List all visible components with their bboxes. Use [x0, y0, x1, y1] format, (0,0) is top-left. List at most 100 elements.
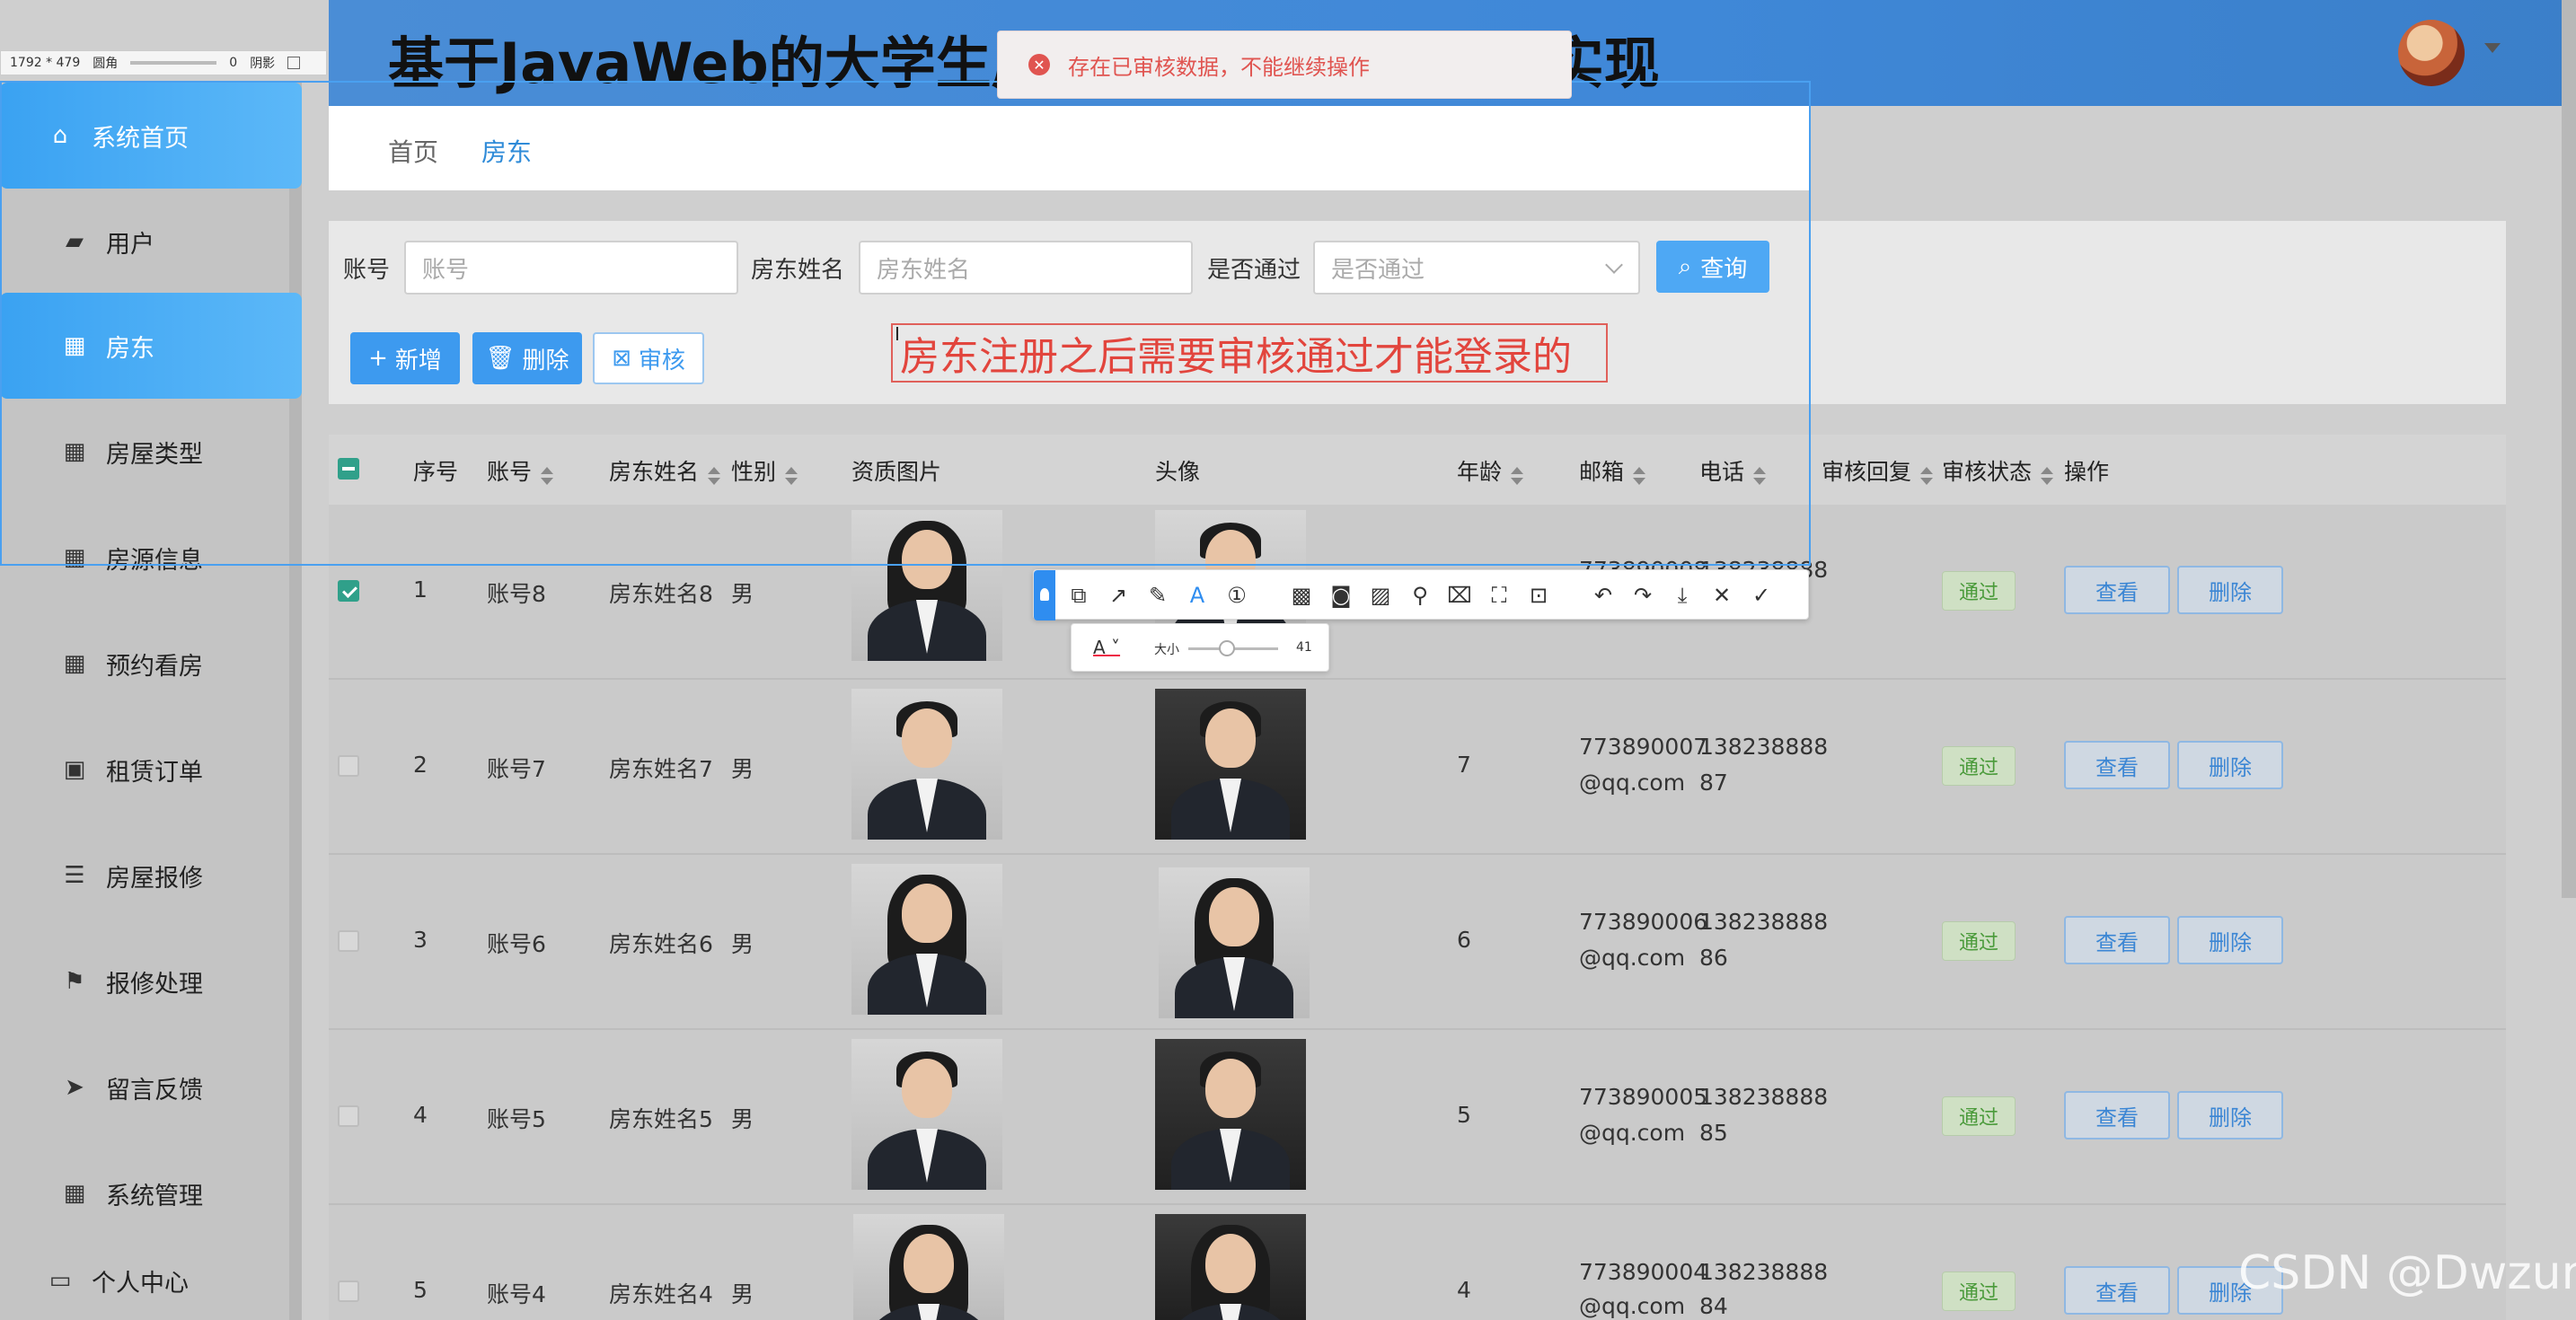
- cell-phone-tail: 84: [1699, 1293, 1728, 1319]
- text-options-panel: A ˅ 大小 41: [1071, 623, 1329, 672]
- col-reply-label: 审核回复: [1822, 459, 1912, 485]
- cell-gender: 男: [731, 581, 754, 607]
- view-button[interactable]: 查看: [2064, 566, 2170, 614]
- view-button[interactable]: 查看: [2064, 741, 2170, 789]
- shadow-checkbox[interactable]: [287, 57, 301, 69]
- row-checkbox[interactable]: [338, 1280, 359, 1302]
- watermark: CSDN @Dwzun: [2238, 1246, 2576, 1300]
- round-corner-slider[interactable]: [130, 61, 217, 65]
- sidebar-item-label: 预约看房: [106, 652, 203, 681]
- confirm-icon[interactable]: ✓: [1747, 581, 1776, 610]
- avatar-image[interactable]: [1155, 1214, 1306, 1320]
- sidebar-item-label: 报修处理: [106, 970, 203, 999]
- row-delete-button[interactable]: 删除: [2177, 1091, 2283, 1140]
- table-row: 3 账号6 房东姓名6 男 6 773890006 @qq.com 138238…: [329, 855, 2506, 1030]
- shape-icon[interactable]: ⧉: [1064, 581, 1093, 610]
- license-image[interactable]: [851, 689, 1002, 840]
- cell-index: 3: [413, 927, 428, 953]
- flag-icon: ⚑: [64, 968, 85, 995]
- send-icon: ➤: [65, 1074, 84, 1101]
- cell-email-domain: @qq.com: [1579, 1120, 1686, 1146]
- size-slider-handle[interactable]: [1219, 640, 1235, 656]
- row-checkbox[interactable]: [338, 1105, 359, 1127]
- status-badge: 通过: [1942, 746, 2016, 786]
- col-status[interactable]: 审核状态: [1942, 454, 2054, 487]
- cell-phone-tail: 87: [1699, 770, 1728, 796]
- cell-name: 房东姓名5: [609, 1106, 713, 1132]
- blur-icon[interactable]: ◙: [1327, 581, 1355, 610]
- avatar-image[interactable]: [1155, 1039, 1306, 1190]
- mosaic-icon[interactable]: ▩: [1287, 581, 1316, 610]
- number-icon[interactable]: ①: [1222, 581, 1251, 610]
- redo-icon[interactable]: ↷: [1628, 581, 1657, 610]
- sidebar-item-orders[interactable]: ▣ 租赁订单: [0, 717, 302, 823]
- sidebar-item-system[interactable]: ▦ 系统管理: [0, 1140, 302, 1246]
- sidebar-item-profile[interactable]: ▭ 个人中心: [0, 1248, 302, 1313]
- user-avatar[interactable]: [2398, 20, 2465, 86]
- sidebar-item-label: 个人中心: [92, 1269, 189, 1298]
- license-image[interactable]: [851, 1039, 1002, 1190]
- view-button[interactable]: 查看: [2064, 916, 2170, 964]
- sidebar-item-repair[interactable]: ☰ 房屋报修: [0, 823, 302, 928]
- cell-gender: 男: [731, 1281, 754, 1307]
- sort-icon[interactable]: [1920, 467, 1934, 485]
- row-delete-button[interactable]: 删除: [2177, 566, 2283, 614]
- pen-icon[interactable]: ✎: [1143, 581, 1172, 610]
- license-image[interactable]: [853, 1214, 1004, 1320]
- status-badge: 通过: [1942, 571, 2016, 611]
- scan-icon[interactable]: ⊡: [1524, 581, 1553, 610]
- hatch-icon[interactable]: ▨: [1366, 581, 1395, 610]
- cell-email: 773890004: [1579, 1259, 1708, 1285]
- cell-account: 账号6: [487, 931, 546, 957]
- size-value: 41: [1296, 640, 1312, 655]
- arrow-icon[interactable]: ↗: [1104, 581, 1133, 610]
- avatar-image[interactable]: [1155, 689, 1306, 840]
- chevron-down-icon[interactable]: [2484, 43, 2501, 53]
- sidebar-item-label: 房屋报修: [106, 864, 203, 893]
- cell-age: 7: [1457, 752, 1471, 778]
- undo-icon[interactable]: ↶: [1589, 581, 1618, 610]
- page-scrollbar[interactable]: [2562, 0, 2576, 898]
- cell-name: 房东姓名4: [609, 1281, 713, 1307]
- download-icon[interactable]: ⤓: [1668, 581, 1697, 610]
- size-label: 大小: [1154, 643, 1179, 657]
- view-button[interactable]: 查看: [2064, 1091, 2170, 1140]
- row-checkbox[interactable]: [338, 755, 359, 777]
- status-badge: 通过: [1942, 1096, 2016, 1136]
- cell-phone: 138238888: [1699, 1084, 1829, 1110]
- row-delete-button[interactable]: 删除: [2177, 916, 2283, 964]
- annotation-text[interactable]: 房东注册之后需要审核通过才能登录的: [891, 323, 1608, 383]
- cell-name: 房东姓名6: [609, 931, 713, 957]
- row-checkbox[interactable]: [338, 930, 359, 952]
- text-icon[interactable]: A: [1183, 581, 1212, 610]
- cell-email-domain: @qq.com: [1579, 770, 1686, 796]
- cell-account: 账号7: [487, 756, 546, 782]
- close-icon[interactable]: ✕: [1707, 581, 1736, 610]
- row-checkbox[interactable]: [338, 580, 359, 602]
- pin-icon[interactable]: [1034, 570, 1055, 620]
- cell-phone: 138238888: [1699, 909, 1829, 935]
- sidebar-item-viewing[interactable]: ▦ 预约看房: [0, 611, 302, 717]
- error-toast: ✕ 存在已审核数据，不能继续操作: [997, 31, 1572, 99]
- cell-age: 4: [1457, 1277, 1471, 1303]
- error-icon: ✕: [1028, 54, 1050, 75]
- sort-icon[interactable]: [2041, 467, 2054, 485]
- sidebar-item-feedback[interactable]: ➤ 留言反馈: [0, 1034, 302, 1140]
- translate-icon[interactable]: ⛶: [1485, 581, 1513, 610]
- ocr-icon[interactable]: ⌧: [1445, 581, 1474, 610]
- row-delete-button[interactable]: 删除: [2177, 741, 2283, 789]
- view-button[interactable]: 查看: [2064, 1266, 2170, 1315]
- briefcase-icon: ▣: [63, 756, 86, 783]
- capture-dimensions: 1792 * 479: [10, 56, 81, 70]
- cell-phone-tail: 86: [1699, 945, 1728, 971]
- pin-to-screen-icon[interactable]: ⚲: [1406, 581, 1434, 610]
- status-badge: 通过: [1942, 1272, 2016, 1311]
- font-color-icon[interactable]: A ˅: [1093, 637, 1120, 658]
- round-corner-value: 0: [229, 56, 238, 70]
- avatar-image[interactable]: [1159, 867, 1310, 1018]
- table-row: 4 账号5 房东姓名5 男 5 773890005 @qq.com 138238…: [329, 1030, 2506, 1205]
- grid-icon: ▦: [63, 1180, 86, 1207]
- sidebar-item-repair-handling[interactable]: ⚑ 报修处理: [0, 928, 302, 1034]
- license-image[interactable]: [851, 864, 1002, 1015]
- col-reply[interactable]: 审核回复: [1822, 454, 1934, 487]
